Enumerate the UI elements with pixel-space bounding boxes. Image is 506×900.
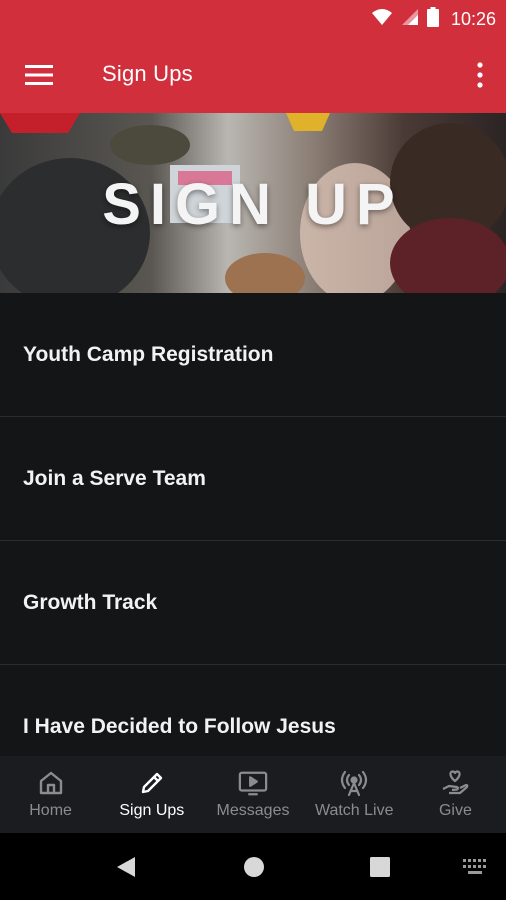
list-item[interactable]: I Have Decided to Follow Jesus bbox=[0, 665, 506, 756]
list-item[interactable]: Join a Serve Team bbox=[0, 417, 506, 541]
keyboard-icon[interactable] bbox=[460, 853, 490, 881]
app-bar: Sign Ups bbox=[0, 38, 506, 113]
signal-icon bbox=[401, 8, 419, 31]
hand-heart-icon bbox=[440, 768, 470, 798]
hero-title: SIGN UP bbox=[102, 172, 404, 237]
status-time: 10:26 bbox=[450, 8, 496, 29]
system-navigation-bar bbox=[0, 833, 506, 900]
tv-play-icon bbox=[238, 768, 268, 798]
status-icons: 10:26 bbox=[371, 6, 496, 32]
list-item-label: Youth Camp Registration bbox=[23, 342, 274, 366]
home-circle-icon[interactable] bbox=[239, 853, 269, 881]
list-item[interactable]: Youth Camp Registration bbox=[0, 293, 506, 417]
nav-label-give: Give bbox=[438, 802, 472, 819]
broadcast-antenna-icon bbox=[339, 768, 369, 798]
back-icon[interactable] bbox=[111, 853, 141, 881]
more-vertical-icon[interactable] bbox=[472, 58, 488, 92]
nav-item-messages[interactable]: Messages bbox=[202, 756, 303, 833]
status-bar: 10:26 bbox=[0, 0, 506, 38]
home-icon bbox=[36, 768, 66, 798]
nav-label-sign-ups: Sign Ups bbox=[119, 802, 185, 819]
list-item[interactable]: Growth Track bbox=[0, 541, 506, 665]
nav-item-sign-ups[interactable]: Sign Ups bbox=[101, 756, 202, 833]
hamburger-menu-icon[interactable] bbox=[24, 62, 54, 88]
wifi-icon bbox=[371, 8, 393, 31]
battery-icon bbox=[426, 6, 439, 32]
nav-label-messages: Messages bbox=[216, 802, 290, 819]
recents-square-icon[interactable] bbox=[365, 853, 395, 881]
bottom-navigation: Home Sign Ups Messages Watch Live Give bbox=[0, 756, 506, 833]
list-item-label: Join a Serve Team bbox=[23, 466, 206, 490]
nav-item-home[interactable]: Home bbox=[0, 756, 101, 833]
list-item-label: Growth Track bbox=[23, 590, 158, 614]
nav-item-give[interactable]: Give bbox=[405, 756, 506, 833]
nav-item-watch-live[interactable]: Watch Live bbox=[304, 756, 405, 833]
nav-label-home: Home bbox=[29, 802, 72, 819]
list-item-label: I Have Decided to Follow Jesus bbox=[23, 714, 336, 738]
nav-label-watch-live: Watch Live bbox=[314, 802, 394, 819]
page-title: Sign Ups bbox=[102, 61, 193, 86]
pencil-icon bbox=[137, 768, 167, 798]
sign-up-list: Youth Camp Registration Join a Serve Tea… bbox=[0, 293, 506, 756]
hero-banner: SIGN UP bbox=[0, 113, 506, 293]
